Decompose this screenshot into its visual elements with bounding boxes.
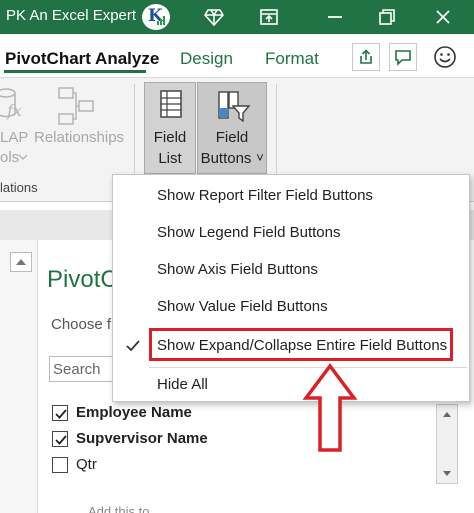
chevron-down-icon: ˅ xyxy=(256,150,264,165)
field-list-scrollbar[interactable] xyxy=(436,404,458,484)
menu-item-label: Show Report Filter Field Buttons xyxy=(157,187,373,204)
scroll-up-button[interactable] xyxy=(10,252,32,272)
menu-item-value[interactable]: Show Value Field Buttons xyxy=(113,289,469,325)
active-tab-indicator xyxy=(4,70,146,73)
field-buttons-label: Field xyxy=(215,129,249,146)
comment-icon xyxy=(395,50,411,66)
checkmark-icon xyxy=(55,409,67,419)
field-label: Qtr xyxy=(76,456,97,473)
olap-tools-label-2: ols xyxy=(0,149,20,166)
choose-fields-text: Choose f xyxy=(51,316,112,333)
share-icon xyxy=(360,49,372,64)
field-search-input[interactable]: Search xyxy=(49,356,119,382)
menu-item-label: Hide All xyxy=(157,376,208,393)
ribbon-display-icon[interactable] xyxy=(258,6,280,28)
share-button[interactable] xyxy=(352,43,380,71)
sheet-scroll-strip xyxy=(0,240,38,513)
field-label: Supvervisor Name xyxy=(76,430,208,447)
restore-icon[interactable] xyxy=(376,6,398,28)
chevron-down-icon xyxy=(18,154,28,160)
field-list-label-2: List xyxy=(158,150,182,167)
svg-text:fx: fx xyxy=(6,101,22,120)
triangle-up-icon[interactable] xyxy=(441,408,453,420)
field-checkbox[interactable] xyxy=(52,457,68,473)
pivotchart-fields-title: PivotC xyxy=(47,266,118,293)
minimize-icon[interactable] xyxy=(324,6,346,28)
checkmark-icon xyxy=(126,340,140,352)
field-buttons-button[interactable]: Field Buttons ˅ xyxy=(197,82,267,174)
field-checkbox[interactable] xyxy=(52,431,68,447)
tab-design[interactable]: Design xyxy=(180,49,233,69)
relationships-icon xyxy=(58,87,94,125)
menu-item-report-filter[interactable]: Show Report Filter Field Buttons xyxy=(113,178,469,214)
red-arrow-annotation xyxy=(302,363,358,452)
menu-item-label: Show Value Field Buttons xyxy=(157,298,328,315)
ribbon-divider xyxy=(276,84,277,174)
field-checkbox[interactable] xyxy=(52,405,68,421)
tab-pivotchart-analyze[interactable]: PivotChart Analyze xyxy=(5,49,159,69)
field-buttons-icon xyxy=(218,91,251,122)
field-list-button[interactable]: Field List xyxy=(144,82,196,174)
comments-button[interactable] xyxy=(389,43,417,71)
triangle-up-icon xyxy=(16,259,26,265)
field-buttons-menu: Show Report Filter Field Buttons Show Le… xyxy=(112,174,470,402)
brand-logo: K xyxy=(142,4,170,30)
checkmark-icon xyxy=(55,435,67,445)
triangle-down-icon[interactable] xyxy=(441,468,453,480)
menu-item-axis[interactable]: Show Axis Field Buttons xyxy=(113,252,469,288)
relationships-button[interactable]: Relationships xyxy=(34,129,124,146)
close-icon[interactable] xyxy=(432,6,454,28)
field-label: Employee Name xyxy=(76,404,192,421)
field-list-label: Field xyxy=(153,129,187,146)
tab-format[interactable]: Format xyxy=(265,49,319,69)
window-title: PK An Excel Expert xyxy=(6,7,137,24)
menu-item-label: Show Axis Field Buttons xyxy=(157,261,318,278)
menu-item-legend[interactable]: Show Legend Field Buttons xyxy=(113,215,469,251)
search-placeholder: Search xyxy=(53,361,101,378)
calculations-group-label: lations xyxy=(0,180,38,195)
olap-tools-icon: fx xyxy=(0,88,22,120)
menu-item-hide-all[interactable]: Hide All xyxy=(113,367,469,403)
smiley-icon[interactable] xyxy=(432,44,458,70)
menu-item-label: Show Legend Field Buttons xyxy=(157,224,341,241)
areas-hint-text: Add this to ... xyxy=(88,504,164,513)
field-list-icon xyxy=(160,90,182,118)
olap-tools-label: LAP xyxy=(0,129,29,146)
highlight-box xyxy=(149,328,453,361)
diamond-icon[interactable] xyxy=(203,6,225,28)
title-bar: PK An Excel Expert K xyxy=(0,0,474,34)
